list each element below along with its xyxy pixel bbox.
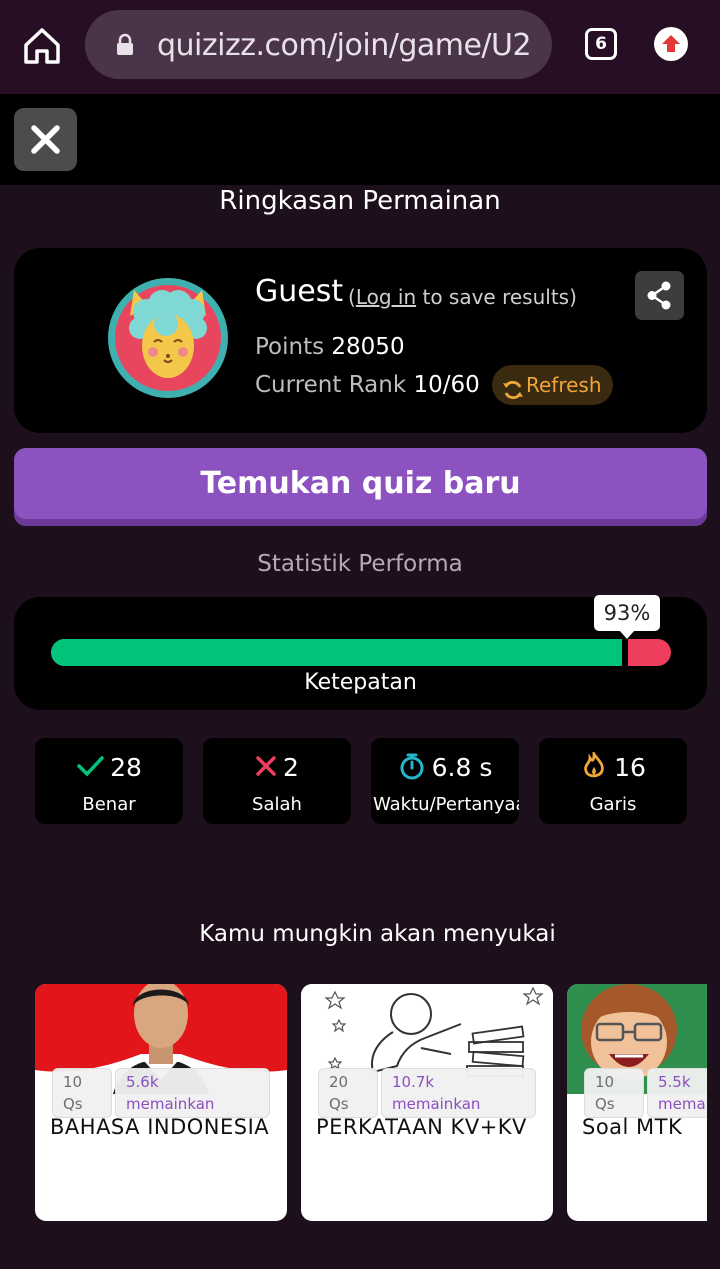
quiz-card[interactable]: 20 Qs 10.7k memainkan PERKATAAN KV+KV bbox=[301, 984, 553, 1221]
quiz-play-count: 5.5kmemainkan bbox=[647, 1068, 707, 1118]
stat-label: Waktu/Pertanyaan bbox=[373, 794, 519, 815]
stat-card-streak: 16 Garis bbox=[539, 738, 687, 824]
accuracy-bar bbox=[51, 639, 671, 666]
accuracy-card: 93% Ketepatan bbox=[14, 595, 707, 710]
login-link[interactable]: Log in bbox=[356, 285, 416, 309]
close-button[interactable] bbox=[14, 108, 77, 171]
stat-label: Benar bbox=[82, 794, 136, 815]
stat-card-correct: 28 Benar bbox=[35, 738, 183, 824]
avatar bbox=[106, 276, 230, 400]
find-new-quiz-button[interactable]: Temukan quiz baru bbox=[14, 448, 707, 526]
accuracy-percent-tag: 93% bbox=[594, 595, 660, 639]
quiz-title: BAHASA INDONESIA bbox=[50, 1115, 270, 1139]
refresh-icon bbox=[502, 374, 524, 400]
rank-row: Current Rank 10/60 bbox=[255, 372, 480, 398]
accuracy-label: Ketepatan bbox=[304, 670, 417, 695]
login-note: (Log in to save results) bbox=[348, 285, 577, 309]
refresh-button[interactable]: Refresh bbox=[492, 365, 613, 405]
stat-card-wrong: 2 Salah bbox=[203, 738, 351, 824]
check-icon bbox=[76, 752, 104, 780]
home-icon[interactable] bbox=[20, 24, 64, 68]
quiz-play-count: 10.7k memainkan bbox=[381, 1068, 536, 1118]
tab-switcher-button[interactable]: 6 bbox=[585, 28, 617, 60]
cross-icon bbox=[255, 752, 277, 780]
quiz-card[interactable]: 10Qs 5.5kmemainkan Soal MTK bbox=[567, 984, 707, 1221]
rank-value: 10/60 bbox=[413, 372, 480, 398]
quiz-question-count: 10 Qs bbox=[52, 1068, 112, 1118]
stat-value: 28 bbox=[110, 753, 142, 782]
stat-label: Garis bbox=[589, 794, 637, 815]
stats-title: Statistik Performa bbox=[257, 551, 463, 577]
quiz-play-count: 5.6k memainkan bbox=[115, 1068, 270, 1118]
quiz-title: Soal MTK bbox=[582, 1115, 683, 1139]
accuracy-bar-fill bbox=[51, 639, 628, 666]
stat-value: 16 bbox=[614, 753, 646, 782]
quiz-card[interactable]: 10 Qs 5.6k memainkan BAHASA INDONESIA bbox=[35, 984, 287, 1221]
close-icon bbox=[31, 125, 60, 154]
refresh-label: Refresh bbox=[526, 373, 602, 397]
stat-value: 6.8 s bbox=[431, 753, 493, 782]
quiz-question-count: 20 Qs bbox=[318, 1068, 378, 1118]
upload-icon[interactable] bbox=[654, 27, 688, 61]
stat-label: Salah bbox=[252, 794, 302, 815]
summary-title: Ringkasan Permainan bbox=[219, 186, 501, 216]
login-suffix: to save results) bbox=[416, 285, 577, 309]
url-text: quizizz.com/join/game/U2 bbox=[157, 28, 532, 63]
share-button[interactable] bbox=[635, 271, 684, 320]
quiz-question-count: 10 Qs bbox=[584, 1068, 644, 1118]
player-card: Guest (Log in to save results) Points 28… bbox=[14, 248, 707, 433]
points-value: 28050 bbox=[331, 334, 405, 360]
browser-toolbar: quizizz.com/join/game/U2 6 bbox=[0, 0, 720, 94]
stat-value: 2 bbox=[283, 753, 299, 782]
points-label: Points bbox=[255, 334, 325, 360]
player-name: Guest bbox=[255, 274, 344, 309]
stat-card-time: 6.8 s Waktu/Pertanyaan bbox=[371, 738, 519, 824]
quiz-title: PERKATAAN KV+KV bbox=[316, 1115, 527, 1139]
rank-label: Current Rank bbox=[255, 372, 407, 398]
quiz-header bbox=[0, 94, 720, 185]
stopwatch-icon bbox=[398, 752, 426, 780]
lock-icon bbox=[115, 33, 135, 57]
flame-icon bbox=[580, 749, 608, 780]
points-row: Points 28050 bbox=[255, 334, 405, 360]
recommendations-title: Kamu mungkin akan menyukai bbox=[199, 921, 556, 947]
share-icon bbox=[647, 281, 671, 310]
login-prefix: ( bbox=[348, 285, 356, 309]
address-bar[interactable]: quizizz.com/join/game/U2 bbox=[85, 10, 552, 79]
